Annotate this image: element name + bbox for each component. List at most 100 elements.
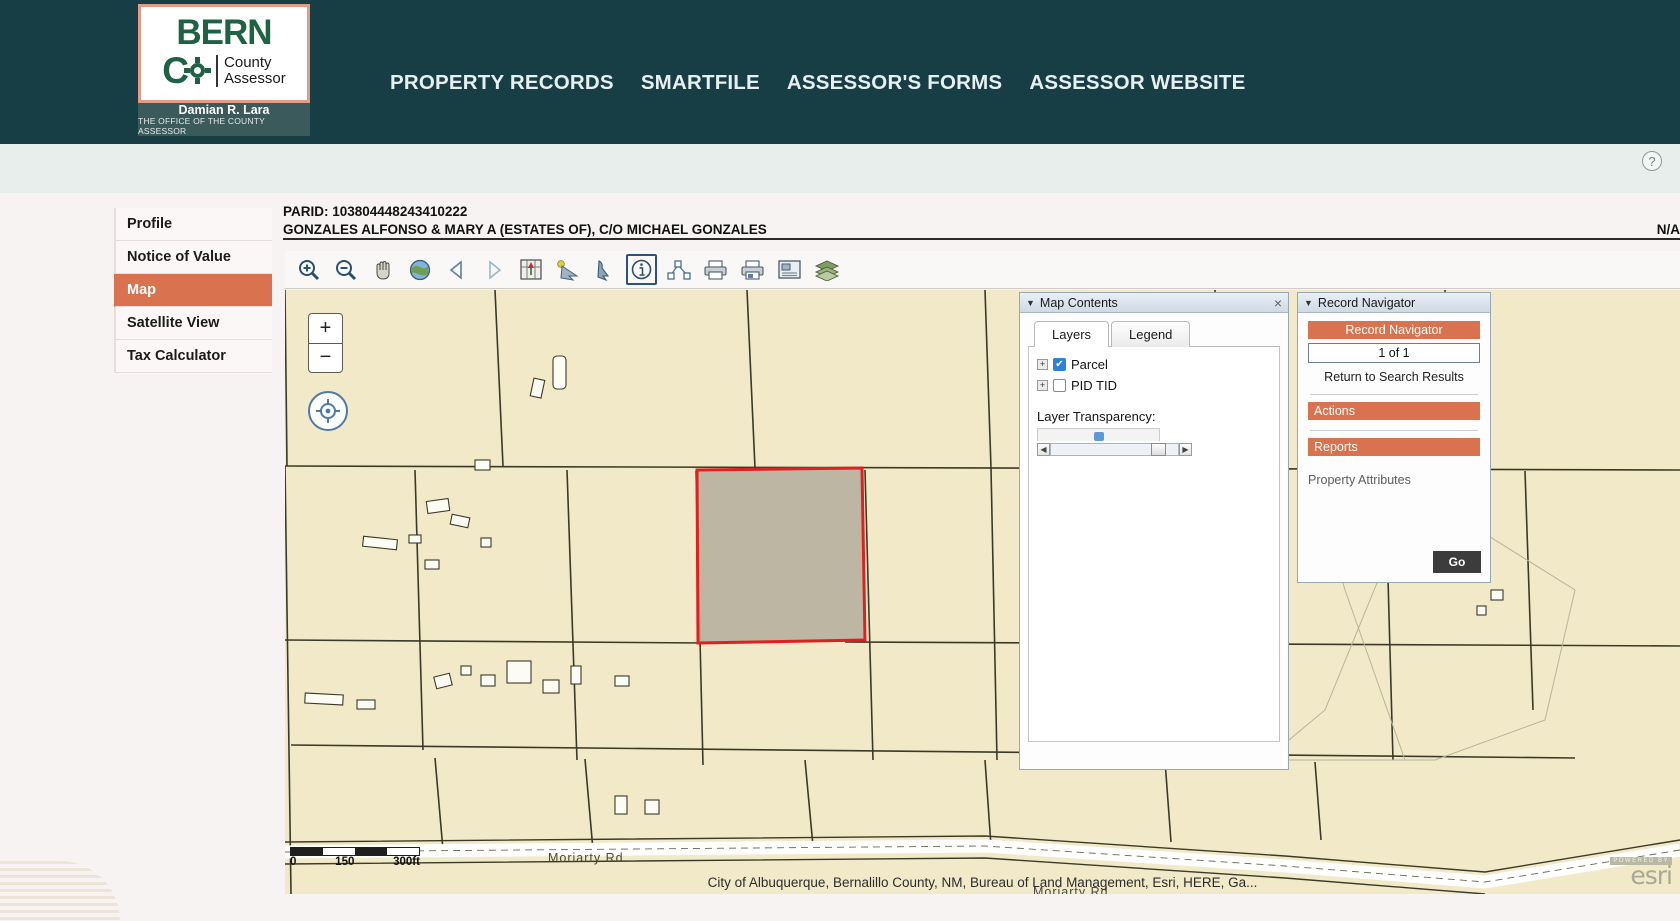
sidebar-item-tax-calculator[interactable]: Tax Calculator [114,340,272,373]
logo-assessor-text: Assessor [224,71,286,87]
expand-plus-icon[interactable]: + [1037,380,1048,391]
nav-property-records[interactable]: PROPERTY RECORDS [390,71,614,95]
property-attributes-option[interactable]: Property Attributes [1308,473,1480,487]
record-navigator-titlebar[interactable]: ▼ Record Navigator [1298,293,1490,313]
actions-section-bar[interactable]: Actions [1308,402,1480,420]
slider-tooltip-box [1037,428,1160,441]
close-icon[interactable]: × [1274,296,1282,310]
zoom-to-selection-icon[interactable] [515,254,546,285]
sidebar-item-map[interactable]: Map [114,274,272,307]
previous-extent-icon[interactable] [441,254,472,285]
record-count: 1 of 1 [1308,343,1480,363]
select-arrow-icon[interactable] [552,254,583,285]
nav-smartfile[interactable]: SMARTFILE [641,71,760,95]
esri-logo: POWERED BY esri [1610,857,1672,888]
left-sidebar: Profile Notice of Value Map Satellite Vi… [114,208,272,373]
zia-symbol-icon [184,57,211,84]
page-root: BERN C County Assessor [0,0,1680,921]
map-contents-title: Map Contents [1040,296,1118,310]
owner-name: GONZALES ALFONSO & MARY A (ESTATES OF), … [283,222,767,237]
esri-wordmark: esri [1630,865,1672,888]
nav-assessor-website[interactable]: ASSESSOR WEBSITE [1029,71,1245,95]
scale-label-end: 300ft [393,856,420,868]
record-navigator-title: Record Navigator [1318,296,1415,310]
scale-bar-labels: 0 150 300ft [290,856,420,868]
layer-label-parcel: Parcel [1071,357,1108,372]
slider-left-arrow-icon[interactable]: ◀ [1037,443,1050,456]
next-extent-icon[interactable] [478,254,509,285]
divider [1310,394,1478,395]
print-icon[interactable] [700,254,731,285]
map-zoom-in-button[interactable]: + [309,314,342,344]
export-map-icon[interactable] [774,254,805,285]
bernco-logo[interactable]: BERN C County Assessor [138,4,310,136]
layer-label-pid-tid: PID TID [1071,378,1117,393]
divider [1310,430,1478,431]
map-zoom-controls: + − [308,313,343,373]
help-icon[interactable]: ? [1642,151,1662,171]
expand-plus-icon[interactable]: + [1037,359,1048,370]
locate-crosshair-icon[interactable] [308,391,348,431]
zoom-in-icon[interactable] [293,254,324,285]
return-to-search-results-link[interactable]: Return to Search Results [1308,370,1480,384]
scale-label-start: 0 [290,856,296,868]
chevron-down-icon[interactable]: ▼ [1026,298,1035,308]
nav-assessors-forms[interactable]: ASSESSOR'S FORMS [787,71,1002,95]
tab-layers[interactable]: Layers [1034,321,1109,347]
slider-rail[interactable] [1050,443,1179,456]
measure-icon[interactable] [663,254,694,285]
layer-checkbox-pid-tid[interactable] [1053,379,1066,392]
map-contents-tabs: Layers Legend [1020,321,1288,347]
map-toolbar [285,251,1680,289]
record-navigator-body: Record Navigator 1 of 1 Return to Search… [1298,313,1490,487]
reports-section-bar[interactable]: Reports [1308,438,1480,456]
scale-bar-graphic [290,847,420,856]
assessor-name: Damian R. Lara [178,103,269,117]
map-contents-body: Layers Legend + Parcel + PID TID Layer T… [1020,313,1288,769]
identify-arrow-icon[interactable] [589,254,620,285]
logo-divider [216,55,218,87]
map-zoom-out-button[interactable]: − [309,344,342,373]
logo-county-text: County [224,55,286,71]
slider-right-arrow-icon[interactable]: ▶ [1179,443,1192,456]
layer-row-pid-tid[interactable]: + PID TID [1037,378,1271,393]
logo-card: BERN C County Assessor [138,4,310,103]
logo-name-bar: Damian R. Lara THE OFFICE OF THE COUNTY … [138,103,310,136]
slider-thumb[interactable] [1151,443,1166,456]
record-navigator-panel: ▼ Record Navigator Record Navigator 1 of… [1297,292,1491,583]
main-navigation: PROPERTY RECORDS SMARTFILE ASSESSOR'S FO… [390,71,1246,95]
logo-bern-text: BERN [176,16,271,49]
slider-track[interactable]: ◀ ▶ [1037,442,1192,456]
layer-checkbox-parcel[interactable] [1053,358,1066,371]
chevron-down-icon[interactable]: ▼ [1304,298,1313,308]
logo-wordmark: County Assessor [224,55,286,87]
map-contents-titlebar[interactable]: ▼ Map Contents × [1020,293,1288,313]
layers-tab-pane: + Parcel + PID TID Layer Transparency: ◀ [1028,346,1280,742]
layer-row-parcel[interactable]: + Parcel [1037,357,1271,372]
zoom-out-icon[interactable] [330,254,361,285]
map-attribution: City of Albuquerque, Bernalillo County, … [285,875,1680,890]
map-scale-bar: 0 150 300ft [290,847,420,868]
owner-row: GONZALES ALFONSO & MARY A (ESTATES OF), … [283,222,1680,240]
svg-text:Moriarty Rd: Moriarty Rd [548,851,624,865]
map-contents-panel: ▼ Map Contents × Layers Legend + Parcel … [1019,292,1289,770]
parid-label: PARID: 103804448243410222 [283,204,1680,219]
sub-header-bar: ? [0,144,1680,193]
slider-handle-indicator [1094,432,1104,441]
record-header: PARID: 103804448243410222 GONZALES ALFON… [283,204,1680,240]
layer-transparency-label: Layer Transparency: [1037,409,1271,424]
scale-label-mid: 150 [335,856,354,868]
pan-hand-icon[interactable] [367,254,398,285]
go-button[interactable]: Go [1433,551,1481,573]
sidebar-item-notice-of-value[interactable]: Notice of Value [114,241,272,274]
tab-legend[interactable]: Legend [1111,321,1190,347]
layer-transparency-slider[interactable]: ◀ ▶ [1037,428,1271,456]
sidebar-item-satellite-view[interactable]: Satellite View [114,307,272,340]
print-map-icon[interactable] [737,254,768,285]
info-identify-icon[interactable] [626,254,657,285]
record-navigator-header-bar: Record Navigator [1308,321,1480,339]
logo-second-row: C County Assessor [162,51,285,91]
layers-stack-icon[interactable] [811,254,842,285]
sidebar-item-profile[interactable]: Profile [114,208,272,241]
globe-full-extent-icon[interactable] [404,254,435,285]
